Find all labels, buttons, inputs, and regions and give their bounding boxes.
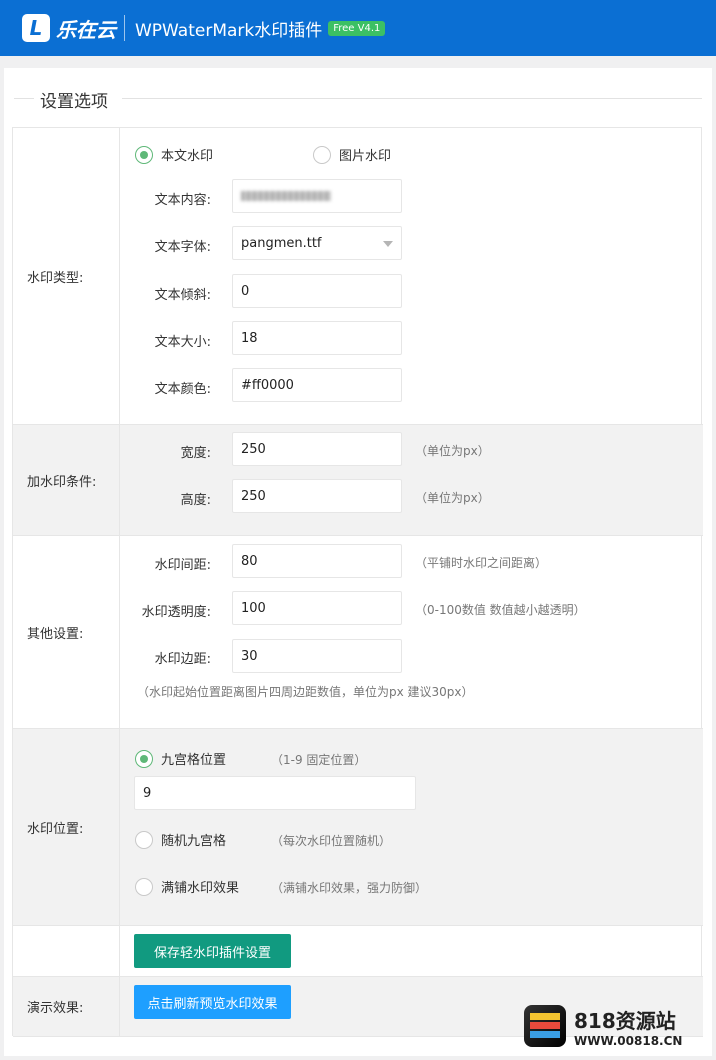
size-input[interactable]: 18 [232, 321, 402, 355]
height-input[interactable]: 250 [232, 479, 402, 513]
radio-grid-position[interactable]: 九宫格位置 [135, 749, 226, 768]
size-label: 文本大小: [154, 335, 211, 350]
plugin-title: WPWaterMark水印插件 [135, 20, 323, 41]
font-select[interactable]: pangmen.ttf [232, 226, 402, 260]
font-select-value: pangmen.ttf [241, 235, 322, 251]
opacity-hint: （0-100数值 数值越小越透明） [415, 603, 586, 617]
radio-unchecked-icon [313, 145, 331, 164]
radio-checked-icon [135, 145, 153, 164]
row-label: 水印位置: [13, 729, 120, 925]
row-label: 水印类型: [13, 128, 120, 424]
save-button[interactable]: 保存轻水印插件设置 [134, 934, 291, 968]
section-title: 设置选项 [40, 92, 108, 112]
row-label: 加水印条件: [13, 425, 120, 535]
clapperboard-icon [524, 1005, 566, 1047]
legend-line-right [122, 98, 702, 99]
watermark-name: 818资源站 [574, 1008, 676, 1033]
radio-label: 本文水印 [161, 149, 214, 164]
opacity-input[interactable]: 100 [232, 591, 402, 625]
color-label: 文本颜色: [154, 382, 211, 397]
row-save: 保存轻水印插件设置 [13, 926, 703, 977]
row-label: 演示效果: [13, 977, 120, 1036]
row-label-empty [13, 926, 120, 976]
tilt-label: 文本倾斜: [154, 288, 211, 303]
width-input[interactable]: 250 [232, 432, 402, 466]
random-hint: （每次水印位置随机） [271, 834, 392, 848]
spacing-hint: （平铺时水印之间距离） [415, 556, 548, 570]
version-badge: Free V4.1 [328, 20, 386, 36]
radio-image-watermark[interactable]: 图片水印 [313, 145, 391, 164]
margin-hint: （水印起始位置距离图片四周边距数值，单位为px 建议30px） [137, 685, 474, 699]
radio-label: 九宫格位置 [161, 753, 227, 768]
width-hint: （单位为px） [415, 444, 490, 458]
settings-table: 水印类型: 本文水印 图片水印 文本内容: 文本字体: pangmen.ttf … [12, 127, 703, 1037]
margin-label: 水印边距: [154, 652, 211, 667]
site-watermark: 818资源站 WWW.00818.CN [524, 1002, 714, 1050]
row-conditions: 加水印条件: 宽度: 250 （单位为px） 高度: 250 （单位为px） [13, 425, 703, 536]
width-label: 宽度: [180, 446, 211, 461]
radio-text-watermark[interactable]: 本文水印 [135, 145, 213, 164]
row-other-settings: 其他设置: 水印间距: 80 （平铺时水印之间距离） 水印透明度: 100 （0… [13, 536, 703, 729]
text-content-label: 文本内容: [154, 193, 211, 208]
color-input[interactable]: #ff0000 [232, 368, 402, 402]
grid-hint: （1-9 固定位置） [271, 753, 367, 767]
height-label: 高度: [180, 493, 211, 508]
brand-name: 乐在云 [56, 17, 116, 42]
logo-icon: L [22, 14, 50, 42]
section-header: 设置选项 [14, 88, 702, 112]
blurred-text [241, 191, 331, 201]
refresh-preview-button[interactable]: 点击刷新预览水印效果 [134, 985, 291, 1019]
top-bar: L 乐在云 WPWaterMark水印插件 Free V4.1 [0, 0, 716, 56]
margin-input[interactable]: 30 [232, 639, 402, 673]
header-divider [124, 15, 125, 41]
radio-unchecked-icon [135, 877, 153, 896]
watermark-url: WWW.00818.CN [574, 1033, 683, 1048]
legend-line-left [14, 98, 34, 99]
spacing-label: 水印间距: [154, 558, 211, 573]
radio-unchecked-icon [135, 830, 153, 849]
tilt-input[interactable]: 0 [232, 274, 402, 308]
radio-checked-icon [135, 749, 153, 768]
grid-position-input[interactable]: 9 [134, 776, 416, 810]
font-label: 文本字体: [154, 240, 211, 255]
radio-tile-watermark[interactable]: 满铺水印效果 [135, 877, 239, 896]
text-content-input[interactable] [232, 179, 402, 213]
row-watermark-type: 水印类型: 本文水印 图片水印 文本内容: 文本字体: pangmen.ttf … [13, 128, 703, 425]
radio-label: 图片水印 [339, 149, 392, 164]
chevron-down-icon [383, 241, 393, 247]
height-hint: （单位为px） [415, 491, 490, 505]
radio-label: 满铺水印效果 [161, 881, 240, 896]
radio-random-grid[interactable]: 随机九宫格 [135, 830, 226, 849]
tile-hint: （满铺水印效果，强力防御） [271, 881, 428, 895]
row-label: 其他设置: [13, 536, 120, 728]
radio-label: 随机九宫格 [161, 834, 227, 849]
spacing-input[interactable]: 80 [232, 544, 402, 578]
logo-letter: L [29, 16, 43, 40]
row-position: 水印位置: 九宫格位置 （1-9 固定位置） 9 随机九宫格 （每次水印位置随机… [13, 729, 703, 926]
settings-panel: 设置选项 水印类型: 本文水印 图片水印 文本内容: 文本字体: pangmen… [4, 68, 712, 1056]
opacity-label: 水印透明度: [141, 605, 211, 620]
